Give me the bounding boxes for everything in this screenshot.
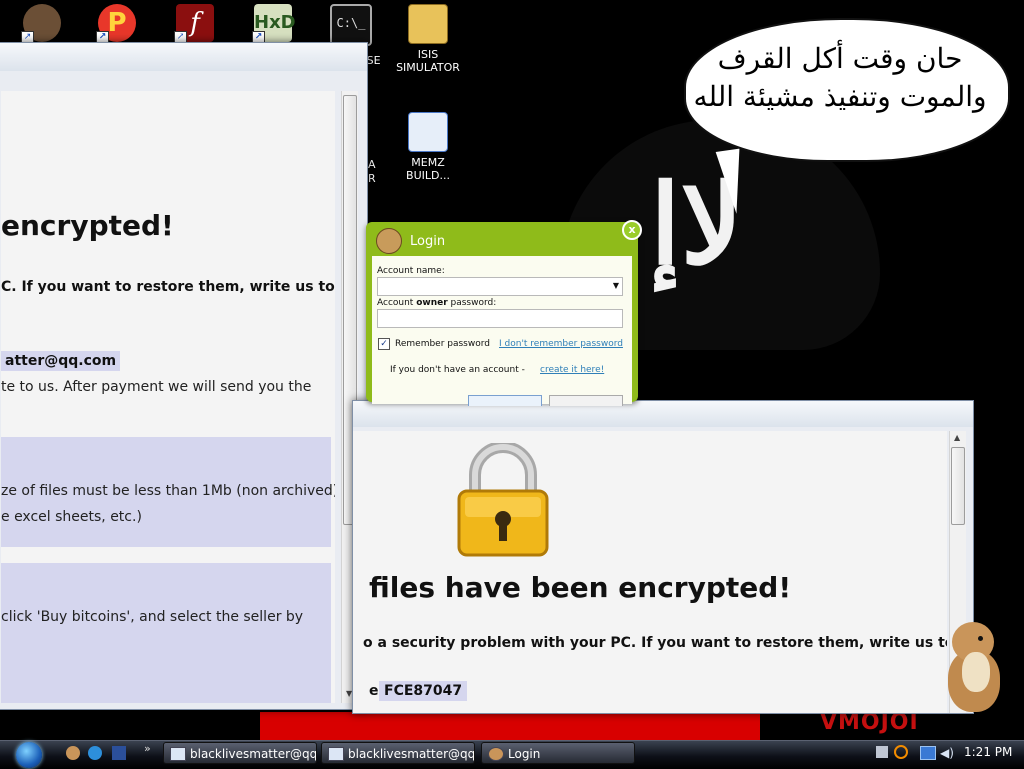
login-button[interactable] (468, 395, 542, 406)
ransom-window-right[interactable]: files have been encrypted! o a security … (352, 400, 974, 714)
taskbar-item-label: blacklivesmatter@qq.... (190, 747, 317, 761)
login-window[interactable]: Login x Account name: ▼ Account owner pa… (366, 220, 642, 406)
speech-bubble-text: حان وقت أكل القرف والموت وتنفيذ مشيئة ال… (690, 40, 990, 116)
desktop-icon-p-app[interactable]: P ↗ (77, 4, 157, 46)
ransom-window-right-content: files have been encrypted! o a security … (353, 431, 947, 713)
quicklaunch-hamster-icon[interactable] (66, 746, 80, 760)
desktop-icon-label: MEMZ BUILD... (406, 156, 450, 182)
console-icon: C:\_ (330, 4, 372, 46)
scrollbar-thumb[interactable] (951, 447, 965, 525)
speech-line-1: حان وقت أكل القرف (717, 42, 963, 75)
ransom-line-left-1: C. If you want to restore them, write us… (1, 279, 335, 295)
login-title: Login (410, 234, 446, 249)
owner-password-field[interactable] (377, 309, 623, 328)
start-button[interactable] (6, 741, 52, 769)
partial-icon-label-a: A (368, 158, 376, 171)
dropdown-arrow-icon[interactable]: ▼ (613, 281, 619, 290)
box1-line-2: e excel sheets, etc.) (1, 509, 142, 525)
no-account-text: If you don't have an account - (390, 365, 525, 375)
login-form: Account name: ▼ Account owner password: … (372, 256, 632, 406)
folder-icon (408, 4, 448, 44)
ransom-info-box-2: click 'Buy bitcoins', and select the sel… (1, 563, 331, 703)
ransom-window-left-titlebar[interactable] (0, 43, 367, 71)
desktop-icon-hxd[interactable]: HxD ↗ (233, 4, 313, 46)
account-name-field[interactable]: ▼ (377, 277, 623, 296)
clock[interactable]: 1:21 PM (964, 745, 1012, 759)
hamster-mascot (940, 620, 1002, 714)
desktop-icon-isis-simulator[interactable]: ISIS SIMULATOR (388, 4, 468, 74)
taskbar-item-ransom-1[interactable]: blacklivesmatter@qq.... (163, 742, 317, 764)
network-icon[interactable] (920, 746, 936, 760)
remember-password-checkbox[interactable]: ✓ (378, 338, 390, 350)
taskbar-item-login[interactable]: Login (481, 742, 635, 764)
box1-line-1: ze of files must be less than 1Mb (non a… (1, 483, 335, 499)
padlock-icon (457, 443, 549, 557)
hamster-icon (488, 747, 504, 761)
wallpaper-red-band (260, 712, 760, 742)
hamster-icon (376, 228, 402, 254)
scroll-up-arrow-icon[interactable]: ▲ (954, 433, 960, 442)
partial-icon-label-r: R (368, 172, 376, 185)
forgot-password-link[interactable]: I don't remember password (499, 339, 623, 349)
speech-line-2: والموت وتنفيذ مشيئة الله (693, 80, 987, 113)
ransom-id-prefix: e (369, 683, 379, 699)
raccoon-icon: ↗ (21, 4, 61, 44)
account-name-label: Account name: (377, 266, 445, 276)
remember-password-label: Remember password (395, 339, 490, 349)
box2-line-1: click 'Buy bitcoins', and select the sel… (1, 609, 304, 625)
cancel-button[interactable] (549, 395, 623, 406)
ransom-id-value: FCE87047 (379, 681, 468, 701)
create-account-link[interactable]: create it here! (540, 365, 604, 375)
login-close-button[interactable]: x (622, 220, 642, 240)
flash-icon: f ↗ (174, 4, 214, 44)
desktop-icon-label: ISIS SIMULATOR (396, 48, 460, 74)
quicklaunch-desktop-icon[interactable] (112, 746, 126, 760)
ransom-line-left-2: te to us. After payment we will send you… (1, 379, 312, 395)
ransom-heading-right: files have been encrypted! (369, 571, 792, 604)
ransom-window-left-content: encrypted! C. If you want to restore the… (1, 91, 335, 703)
system-tray: ◀) (870, 742, 968, 766)
p-logo-icon: P ↗ (96, 4, 136, 44)
volume-icon[interactable]: ◀) (940, 746, 954, 760)
taskbar-item-label: blacklivesmatter@qq.... (348, 747, 475, 761)
ransom-window-right-titlebar[interactable] (353, 401, 973, 427)
taskbar-item-label: Login (508, 747, 541, 761)
window-icon (328, 747, 344, 761)
desktop-icon-raccoon[interactable]: ↗ (2, 4, 82, 46)
window-icon (170, 747, 186, 761)
quicklaunch-expand-icon[interactable]: » (144, 742, 151, 755)
owner-password-label: Account owner password: (377, 298, 497, 308)
tray-app-icon[interactable] (876, 746, 888, 758)
taskbar-item-ransom-2[interactable]: blacklivesmatter@qq.... (321, 742, 475, 764)
quicklaunch-browser-icon[interactable] (88, 746, 102, 760)
desktop-icon-memz-build[interactable]: MEMZ BUILD... (388, 112, 468, 182)
windows-logo-icon (16, 742, 42, 768)
hxd-icon: HxD ↗ (252, 4, 296, 44)
ransom-info-box-1: ze of files must be less than 1Mb (non a… (1, 437, 335, 547)
ransom-window-left[interactable]: encrypted! C. If you want to restore the… (0, 42, 368, 710)
window-app-icon (408, 112, 448, 152)
ransom-heading-left: encrypted! (1, 209, 174, 242)
ransom-email-left: atter@qq.com (1, 351, 121, 371)
ransom-line-right-1: o a security problem with your PC. If yo… (363, 635, 947, 651)
search-icon[interactable] (894, 745, 908, 759)
desktop-icon-flash[interactable]: f ↗ (155, 4, 235, 46)
